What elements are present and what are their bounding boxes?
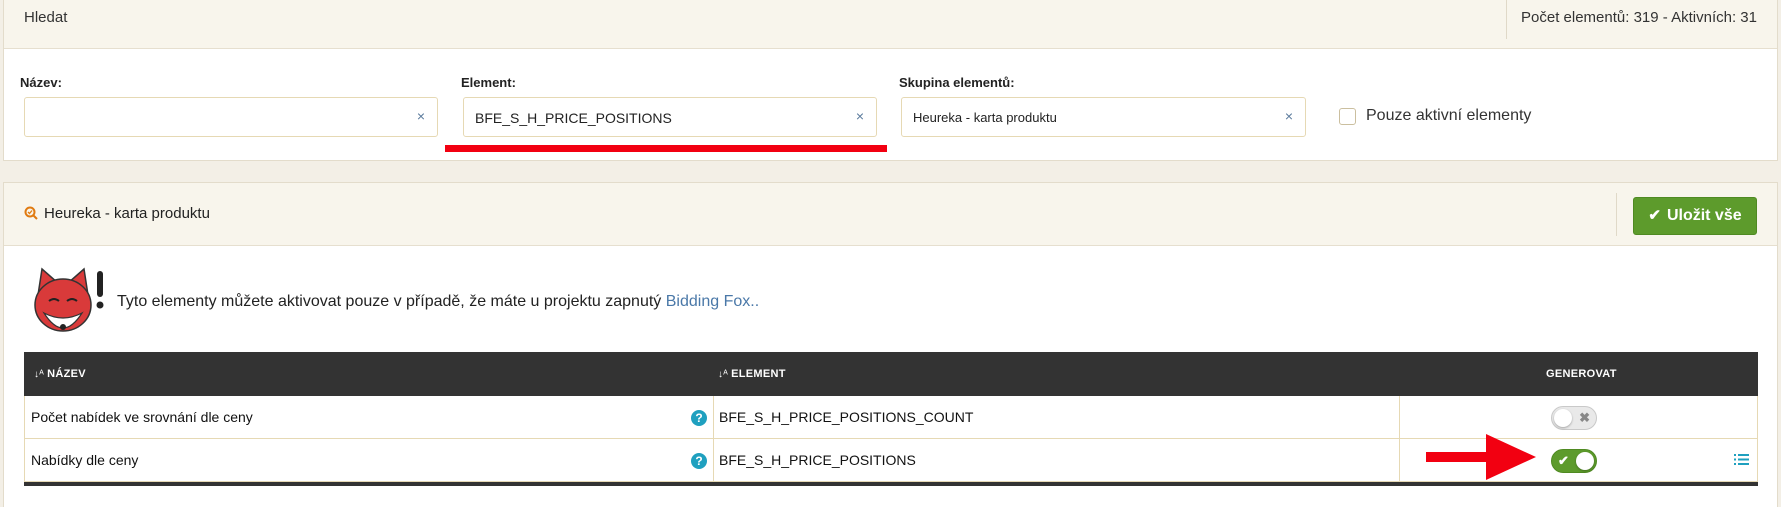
name-filter-label: Název:: [20, 75, 62, 90]
element-filter-input[interactable]: BFE_S_H_PRICE_POSITIONS ×: [463, 97, 877, 137]
clear-icon[interactable]: ×: [417, 108, 425, 124]
element-filter-value: BFE_S_H_PRICE_POSITIONS: [475, 110, 672, 126]
list-icon[interactable]: [1734, 453, 1749, 466]
search-panel-title: Hledat: [24, 9, 68, 26]
clear-icon[interactable]: ×: [856, 108, 864, 124]
name-filter-input[interactable]: ×: [24, 97, 438, 137]
group-filter-select[interactable]: Heureka - karta produktu ×: [901, 97, 1306, 137]
save-all-label: Uložit vše: [1666, 207, 1742, 224]
arrow-annotation: [1426, 434, 1536, 480]
group-filter-label: Skupina elementů:: [899, 75, 1015, 90]
check-icon: ✔: [1648, 207, 1661, 224]
element-filter-label: Element:: [461, 75, 516, 90]
header-separator: [1506, 0, 1507, 39]
column-divider: [1399, 396, 1400, 438]
generate-toggle[interactable]: ✔: [1551, 449, 1597, 473]
fox-logo: [34, 267, 104, 332]
column-name-label: NÁZEV: [47, 368, 86, 380]
toggle-knob: [1554, 409, 1572, 427]
table-header: ↓ᴬ NÁZEV ↓ᴬ ELEMENT GENEROVAT: [24, 352, 1758, 396]
generate-toggle[interactable]: ✖: [1551, 406, 1597, 430]
column-divider: [1399, 439, 1400, 481]
element-code: BFE_S_H_PRICE_POSITIONS_COUNT: [719, 409, 974, 425]
column-element-label: ELEMENT: [731, 368, 786, 380]
active-only-label[interactable]: Pouze aktivní elementy: [1366, 107, 1531, 125]
search-group-icon: [24, 206, 38, 220]
element-counts: Počet elementů: 319 - Aktivních: 31: [1521, 9, 1757, 26]
table-footer-bar: [24, 482, 1758, 486]
info-suffix: ..: [750, 293, 760, 310]
column-header-generate: GENEROVAT: [1546, 368, 1617, 380]
save-all-button[interactable]: ✔ Uložit vše: [1633, 197, 1757, 235]
column-header-name[interactable]: ↓ᴬ NÁZEV: [34, 368, 86, 380]
header-divider: [1616, 193, 1617, 236]
highlight-underline: [445, 145, 887, 152]
element-name: Nabídky dle ceny: [31, 452, 139, 468]
toggle-check-icon: ✔: [1558, 453, 1569, 468]
bidding-fox-link[interactable]: Bidding Fox: [666, 293, 751, 310]
info-text: Tyto elementy můžete aktivovat pouze v p…: [117, 293, 662, 310]
toggle-knob: [1576, 452, 1594, 470]
help-icon[interactable]: ?: [691, 410, 707, 426]
element-code: BFE_S_H_PRICE_POSITIONS: [719, 452, 916, 468]
group-title: Heureka - karta produktu: [44, 205, 210, 222]
column-header-element[interactable]: ↓ᴬ ELEMENT: [718, 368, 786, 380]
clear-icon[interactable]: ×: [1285, 108, 1293, 124]
column-divider: [713, 439, 714, 481]
active-only-checkbox[interactable]: [1339, 108, 1356, 125]
bidding-fox-info: Tyto elementy můžete aktivovat pouze v p…: [117, 293, 759, 311]
group-filter-value: Heureka - karta produktu: [913, 110, 1057, 125]
help-icon[interactable]: ?: [691, 453, 707, 469]
search-panel-header: Hledat Počet elementů: 319 - Aktivních: …: [4, 0, 1777, 49]
column-divider: [713, 396, 714, 438]
sort-icon: ↓ᴬ: [34, 369, 45, 380]
element-name: Počet nabídek ve srovnání dle ceny: [31, 409, 253, 425]
sort-icon: ↓ᴬ: [718, 369, 729, 380]
toggle-x-icon: ✖: [1579, 410, 1590, 425]
group-header: Heureka - karta produktu ✔ Uložit vše: [4, 183, 1777, 246]
